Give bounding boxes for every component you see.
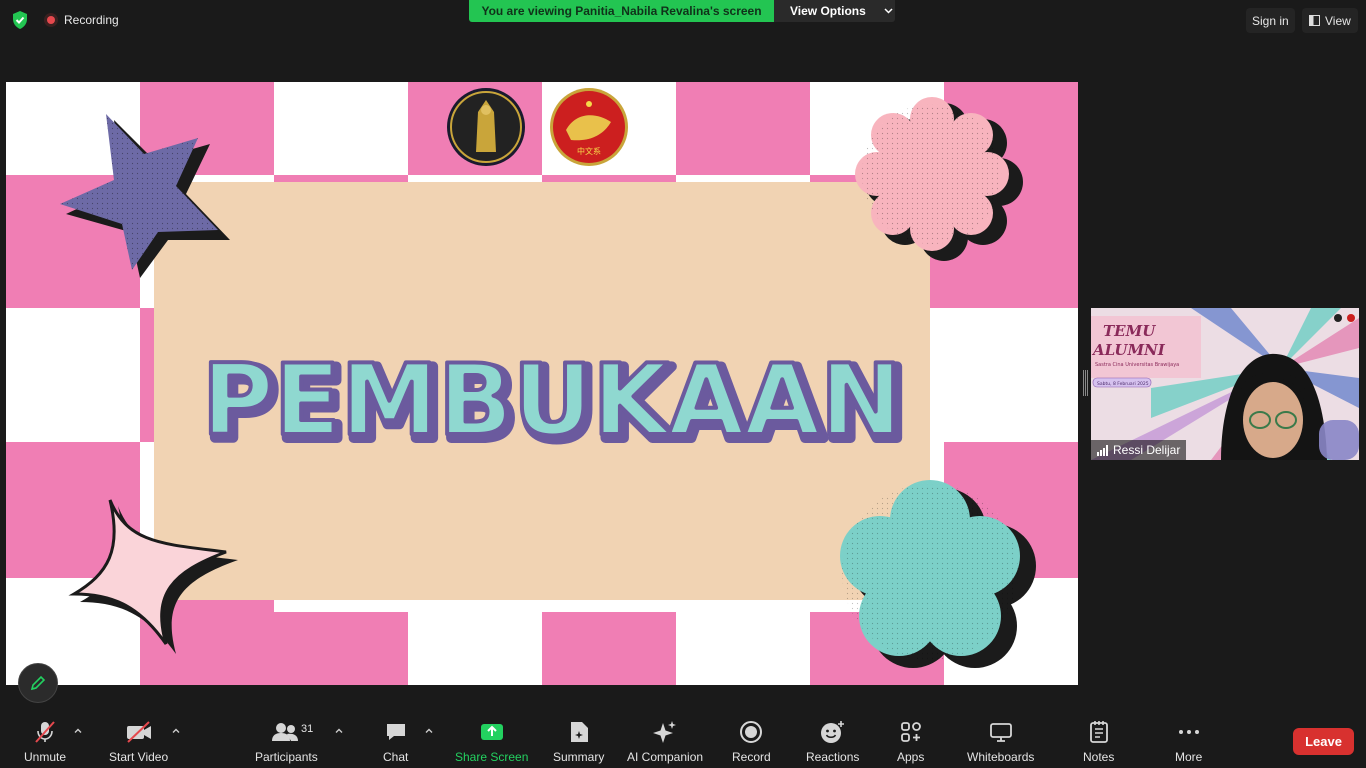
participants-options-chevron-icon[interactable] (334, 726, 344, 736)
apps-label: Apps (897, 750, 925, 764)
background-text-temu: TEMU (1103, 322, 1156, 340)
participants-icon (271, 720, 301, 744)
sign-in-button[interactable]: Sign in (1246, 8, 1295, 33)
background-date: Sabtu, 8 Februari 2025 (1097, 381, 1149, 387)
reactions-button[interactable]: Reactions (806, 720, 859, 764)
top-bar: Recording You are viewing Panitia_Nabila… (0, 0, 1366, 40)
participant-name-tag: Ressi Delijar (1091, 440, 1187, 460)
recording-indicator[interactable]: Recording (44, 13, 119, 27)
share-screen-icon (480, 720, 504, 744)
record-label: Record (732, 750, 771, 764)
chat-bubble-icon (384, 720, 408, 744)
chevron-down-icon (884, 8, 893, 14)
view-options-label: View Options (790, 4, 866, 18)
summary-button[interactable]: Summary (553, 720, 604, 764)
virtual-background: TEMU ALUMNI Sastra Cina Universitas Braw… (1091, 308, 1359, 460)
shared-screen[interactable]: 中文系 PEMBUKAAN PEMBUKAAN (6, 82, 1078, 685)
unmute-button[interactable]: Unmute (24, 720, 66, 764)
chat-options-chevron-icon[interactable] (424, 726, 434, 736)
more-dots-icon (1177, 720, 1201, 744)
participants-count: 31 (301, 723, 314, 735)
more-button[interactable]: More (1175, 720, 1202, 764)
meeting-toolbar: Unmute Start Video Participants 31 Chat … (0, 708, 1366, 768)
background-subtitle: Sastra Cina Universitas Brawijaya (1095, 362, 1179, 368)
start-video-label: Start Video (109, 750, 169, 764)
participants-label: Participants (255, 750, 318, 764)
ai-companion-button[interactable]: AI Companion (627, 720, 703, 764)
participant-video-tile[interactable]: TEMU ALUMNI Sastra Cina Universitas Braw… (1091, 308, 1359, 460)
view-options-button[interactable]: View Options (774, 0, 895, 22)
summary-label: Summary (553, 750, 605, 764)
notes-icon (1088, 720, 1110, 744)
encryption-shield-icon[interactable] (10, 10, 30, 30)
audio-options-chevron-icon[interactable] (73, 726, 83, 736)
record-icon (739, 720, 763, 744)
summary-document-icon (568, 720, 590, 744)
apps-button[interactable]: Apps (897, 720, 924, 764)
panel-resize-handle[interactable] (1083, 370, 1088, 396)
whiteboards-button[interactable]: Whiteboards (967, 720, 1034, 764)
department-logo-text: 中文系 (577, 146, 601, 156)
signal-strength-icon (1097, 444, 1108, 456)
more-label: More (1175, 750, 1203, 764)
share-screen-label: Share Screen (455, 750, 529, 764)
leave-button[interactable]: Leave (1293, 728, 1354, 755)
slide-canvas: 中文系 PEMBUKAAN PEMBUKAAN (6, 82, 1078, 685)
recording-label: Recording (64, 13, 119, 27)
chat-label: Chat (383, 750, 409, 764)
muted-microphone-icon (33, 720, 57, 744)
video-off-icon (125, 720, 153, 744)
ai-companion-label: AI Companion (627, 750, 704, 764)
annotate-button[interactable] (18, 663, 58, 703)
background-text-alumni: ALUMNI (1091, 341, 1166, 359)
slide-title-face: PEMBUKAAN (202, 344, 902, 458)
notes-label: Notes (1083, 750, 1115, 764)
ai-sparkle-icon (652, 720, 678, 744)
view-label: View (1325, 13, 1351, 28)
emoji-plus-icon (820, 720, 846, 744)
university-logo (447, 88, 525, 166)
viewing-banner: You are viewing Panitia_Nabila Revalina'… (469, 0, 774, 22)
notes-button[interactable]: Notes (1083, 720, 1114, 764)
whiteboards-label: Whiteboards (967, 750, 1035, 764)
recording-icon (44, 13, 58, 27)
share-screen-button[interactable]: Share Screen (455, 720, 528, 764)
start-video-button[interactable]: Start Video (109, 720, 168, 764)
view-button[interactable]: View (1302, 8, 1358, 33)
video-options-chevron-icon[interactable] (171, 726, 181, 736)
record-button[interactable]: Record (732, 720, 771, 764)
apps-icon (899, 720, 923, 744)
chat-button[interactable]: Chat (383, 720, 408, 764)
participant-name: Ressi Delijar (1113, 443, 1181, 457)
whiteboard-icon (989, 720, 1013, 744)
view-layout-icon (1309, 15, 1320, 26)
reactions-label: Reactions (806, 750, 860, 764)
unmute-label: Unmute (24, 750, 67, 764)
department-logo: 中文系 (550, 88, 628, 166)
pencil-icon (30, 675, 46, 691)
